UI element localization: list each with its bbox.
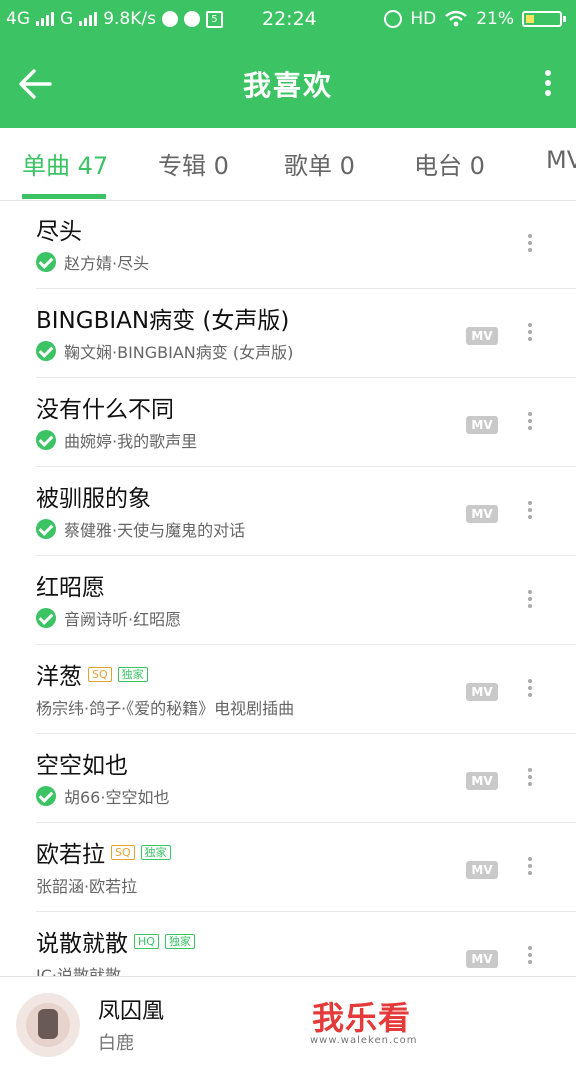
song-more-button[interactable] [524,944,536,968]
song-subtitle: 赵方婧·尽头 [64,254,150,273]
song-title: 洋葱 [36,664,82,690]
more-options-button[interactable] [538,66,558,106]
signal-icon-2 [79,12,98,26]
album-cover[interactable] [16,993,80,1057]
song-row[interactable]: 洋葱 SQ 独家 杨宗纬·鸽子·《爱的秘籍》电视剧插曲 MV [36,645,576,734]
app-notification-icon: 5 [205,10,223,28]
watermark-url: www.waleken.com [310,1035,418,1046]
song-title: BINGBIAN病变 (女声版) [36,308,290,334]
song-row[interactable]: 红昭愿 音阙诗听·红昭愿 [36,556,576,645]
song-row[interactable]: 尽头 赵方婧·尽头 [36,200,576,289]
now-playing-artist: 白鹿 [98,1033,134,1054]
song-more-button[interactable] [524,232,536,256]
exclusive-badge: 独家 [140,844,171,860]
battery-percent: 21% [476,9,514,29]
watermark-logo: 我乐看 [312,999,412,1037]
signal-icon [36,12,54,26]
more-vertical-icon [538,70,558,96]
song-subtitle: 曲婉婷·我的歌声里 [64,432,198,451]
tab-singles[interactable]: 单曲 47 [22,146,108,181]
song-title: 空空如也 [36,753,128,779]
song-subtitle: 蔡健雅·天使与魔鬼的对话 [64,521,246,540]
mv-button[interactable]: MV [466,416,498,434]
downloaded-check-icon [36,519,56,539]
song-row[interactable]: BINGBIAN病变 (女声版) 鞠文娴·BINGBIAN病变 (女声版) MV [36,289,576,378]
song-title: 尽头 [36,219,82,245]
song-row[interactable]: 没有什么不同 曲婉婷·我的歌声里 MV [36,378,576,467]
network-label-1: 4G [6,9,30,29]
network-label-2: G [60,9,74,29]
exclusive-badge: 独家 [117,666,148,682]
mini-player[interactable]: 凤囚凰 白鹿 我乐看 www.waleken.com [0,976,576,1085]
song-more-button[interactable] [524,321,536,345]
song-subtitle: 音阙诗听·红昭愿 [64,610,182,629]
song-title: 没有什么不同 [36,397,174,423]
song-title: 说散就散 [36,931,128,957]
exclusive-badge: 独家 [164,933,195,949]
active-tab-indicator [22,194,106,199]
song-subtitle: 鞠文娴·BINGBIAN病变 (女声版) [64,343,294,362]
page-title: 我喜欢 [242,69,333,102]
sq-badge: SQ [88,666,112,682]
sq-badge: SQ [111,844,135,860]
song-subtitle: 胡66·空空如也 [64,788,170,807]
mv-button[interactable]: MV [466,772,498,790]
status-bar: 4G G 9.8K/s 5 22:24 HD 21% [0,0,576,38]
mv-button[interactable]: MV [466,683,498,701]
tab-bar: 单曲 47 专辑 0 歌单 0 电台 0 MV [0,128,576,201]
notification-icon [161,11,178,27]
song-more-button[interactable] [524,766,536,790]
song-title: 欧若拉 [36,842,105,868]
battery-icon [522,11,566,27]
mv-button[interactable]: MV [466,505,498,523]
clock: 22:24 [262,8,317,30]
tab-radio[interactable]: 电台 0 [414,146,485,181]
mv-button[interactable]: MV [466,327,498,345]
network-speed: 9.8K/s [103,9,156,29]
downloaded-check-icon [36,252,56,272]
mv-button[interactable]: MV [466,861,498,879]
downloaded-check-icon [36,341,56,361]
song-subtitle: 张韶涵·欧若拉 [36,877,138,896]
notification-icon-2 [183,11,200,27]
downloaded-check-icon [36,786,56,806]
song-more-button[interactable] [524,677,536,701]
downloaded-check-icon [36,430,56,450]
song-row[interactable]: 空空如也 胡66·空空如也 MV [36,734,576,823]
song-more-button[interactable] [524,588,536,612]
song-more-button[interactable] [524,855,536,879]
song-more-button[interactable] [524,410,536,434]
song-more-button[interactable] [524,499,536,523]
hq-badge: HQ [134,933,159,949]
hd-label: HD [410,9,437,29]
tab-playlists[interactable]: 歌单 0 [284,146,355,181]
song-row[interactable]: 被驯服的象 蔡健雅·天使与魔鬼的对话 MV [36,467,576,556]
wifi-icon [445,10,467,27]
song-row[interactable]: 欧若拉 SQ 独家 张韶涵·欧若拉 MV [36,823,576,912]
song-title: 红昭愿 [36,575,105,601]
song-subtitle: 杨宗纬·鸽子·《爱的秘籍》电视剧插曲 [36,699,295,718]
song-list: 尽头 赵方婧·尽头 BINGBIAN病变 (女声版) 鞠文娴·BINGBIAN病… [0,200,576,1001]
tab-mv[interactable]: MV [546,146,576,174]
now-playing-title: 凤囚凰 [98,999,165,1024]
tab-albums[interactable]: 专辑 0 [158,146,229,181]
top-bar: 4G G 9.8K/s 5 22:24 HD 21% 我喜欢 [0,0,576,128]
mv-button[interactable]: MV [466,950,498,968]
song-title: 被驯服的象 [36,486,151,512]
alarm-icon [384,10,403,28]
downloaded-check-icon [36,608,56,628]
